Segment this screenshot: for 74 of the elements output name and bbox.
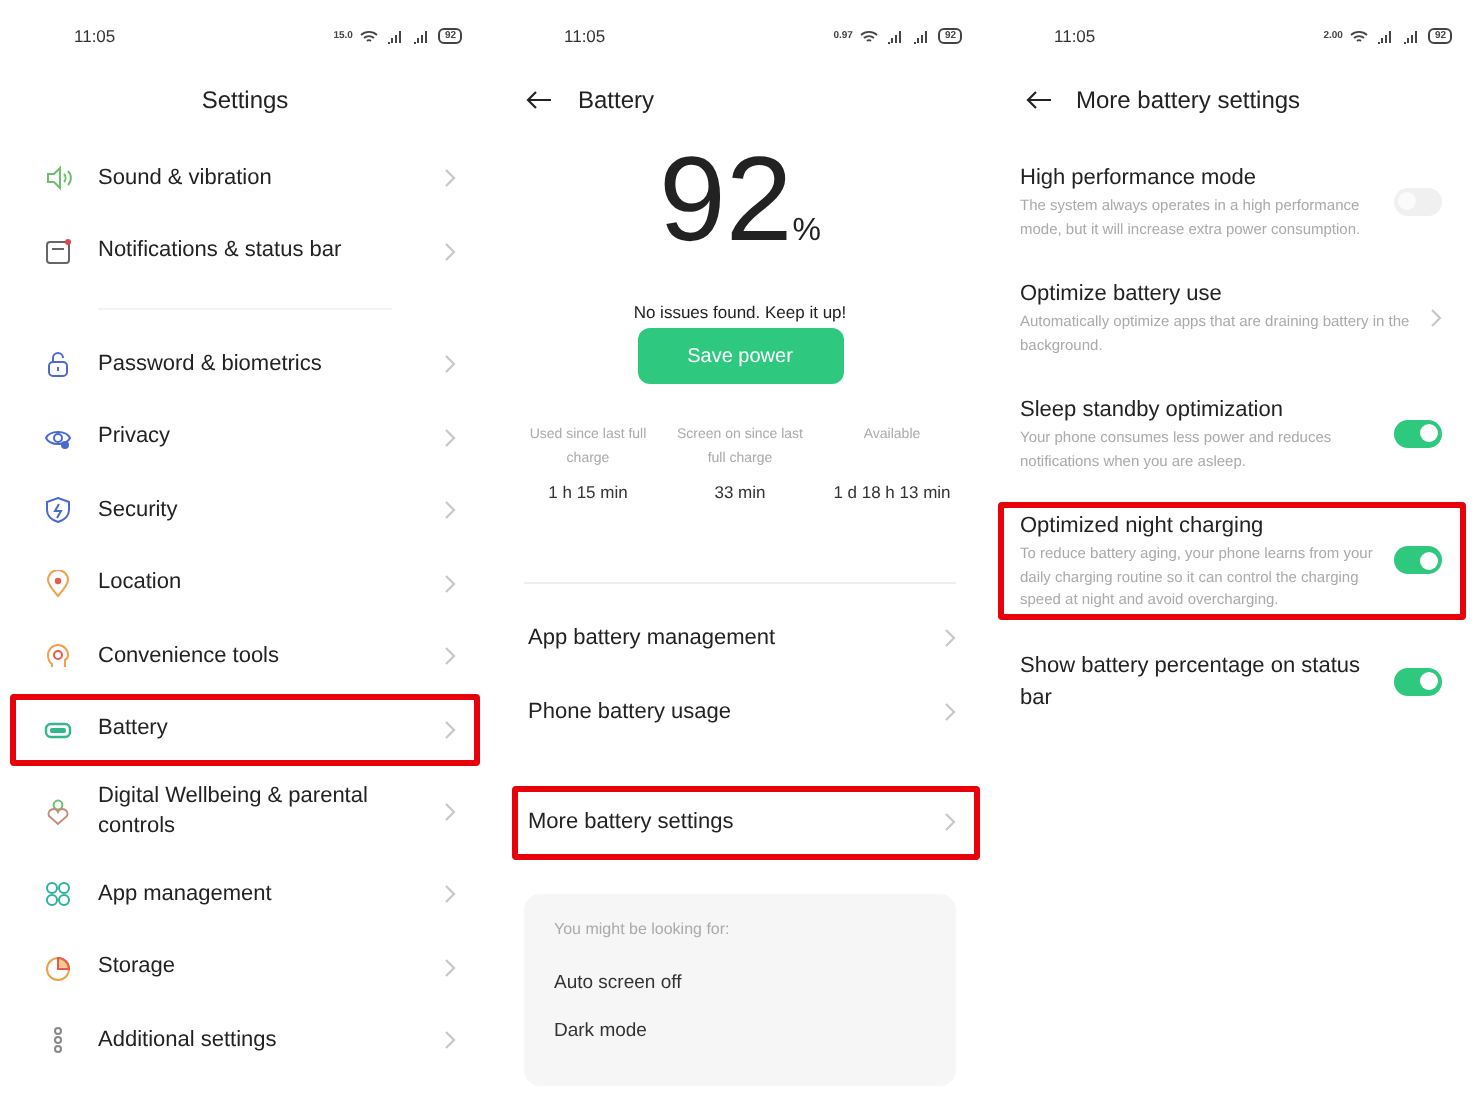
chevron-icon xyxy=(444,1030,456,1051)
signal-icon xyxy=(912,29,931,43)
battery-percentage: 92 xyxy=(659,140,793,260)
setting-icon xyxy=(44,569,72,598)
screen-title: More battery settings xyxy=(1076,84,1301,118)
menu-item[interactable]: App battery management xyxy=(528,622,944,655)
suggestion-link[interactable]: Auto screen off xyxy=(554,969,682,998)
settings-item[interactable]: Storage xyxy=(98,952,418,983)
setting-icon xyxy=(44,164,72,193)
chevron-icon xyxy=(444,802,456,822)
signal-icon xyxy=(386,29,405,43)
chevron-icon xyxy=(444,427,456,448)
chevron-icon xyxy=(444,354,456,375)
toggle-switch[interactable] xyxy=(1394,667,1442,695)
wifi-icon xyxy=(360,29,379,43)
menu-item[interactable]: More battery settings xyxy=(528,806,944,839)
settings-item[interactable]: Notifications & status bar xyxy=(98,236,418,267)
toggle-switch[interactable] xyxy=(1394,419,1442,447)
chevron-icon xyxy=(444,500,456,521)
chevron-icon xyxy=(444,241,456,262)
chevron-icon xyxy=(444,573,456,594)
setting-icon xyxy=(44,350,72,379)
setting-title: Optimized night charging xyxy=(1020,512,1266,542)
setting-icon xyxy=(44,237,72,266)
wifi-icon xyxy=(1350,29,1369,43)
setting-title: Optimize battery use xyxy=(1020,280,1224,310)
status-message: No issues found. Keep it up! xyxy=(633,300,847,324)
setting-icon xyxy=(44,880,72,909)
chevron-icon xyxy=(944,628,956,649)
setting-icon xyxy=(44,642,72,671)
back-arrow-icon[interactable] xyxy=(1026,90,1052,110)
settings-item[interactable]: Battery xyxy=(98,714,418,745)
settings-item[interactable]: Additional settings xyxy=(98,1025,418,1056)
settings-item[interactable]: Password & biometrics xyxy=(98,349,418,380)
menu-item[interactable]: Phone battery usage xyxy=(528,696,944,729)
setting-title: High performance mode xyxy=(1020,164,1259,194)
settings-item[interactable]: App management xyxy=(98,879,418,910)
signal-icon xyxy=(886,29,905,43)
screen-title: Settings xyxy=(201,84,289,118)
status-time: 11:05 xyxy=(74,23,116,49)
back-arrow-icon[interactable] xyxy=(526,90,552,110)
setting-icon xyxy=(44,496,72,525)
status-time: 11:05 xyxy=(564,23,606,49)
chevron-icon xyxy=(444,719,456,740)
suggestion-link[interactable]: Dark mode xyxy=(554,1018,647,1047)
stat-value: 1 h 15 min xyxy=(548,480,628,506)
setting-title: Sleep standby optimization xyxy=(1020,396,1285,426)
settings-item[interactable]: Privacy xyxy=(98,422,418,453)
settings-item[interactable]: Convenience tools xyxy=(98,641,418,672)
chevron-icon xyxy=(444,957,456,978)
screen-title: Battery xyxy=(578,84,655,118)
chevron-icon xyxy=(944,702,956,723)
toggle-switch[interactable] xyxy=(1394,546,1442,575)
chevron-icon xyxy=(444,168,456,189)
setting-icon xyxy=(44,953,72,982)
setting-icon xyxy=(44,798,72,826)
settings-item[interactable]: Digital Wellbeing & parental controls xyxy=(98,782,418,842)
signal-icon xyxy=(412,29,431,43)
chevron-icon xyxy=(1430,307,1442,327)
settings-item[interactable]: Security xyxy=(98,495,418,526)
status-time: 11:05 xyxy=(1054,23,1096,49)
settings-item[interactable]: Sound & vibration xyxy=(98,163,418,194)
settings-item[interactable]: Location xyxy=(98,568,418,599)
stat-value: 1 d 18 h 13 min xyxy=(833,480,951,506)
suggestions-heading: You might be looking for: xyxy=(554,917,732,942)
chevron-icon xyxy=(444,884,456,905)
signal-icon xyxy=(1402,29,1421,43)
setting-title: Show battery percentage on status bar xyxy=(1020,651,1362,713)
stat-value: 33 min xyxy=(714,480,766,506)
wifi-icon xyxy=(860,29,879,43)
percent-sign: % xyxy=(792,212,821,252)
signal-icon xyxy=(1376,29,1395,43)
chevron-icon xyxy=(944,812,956,833)
chevron-icon xyxy=(444,646,456,667)
